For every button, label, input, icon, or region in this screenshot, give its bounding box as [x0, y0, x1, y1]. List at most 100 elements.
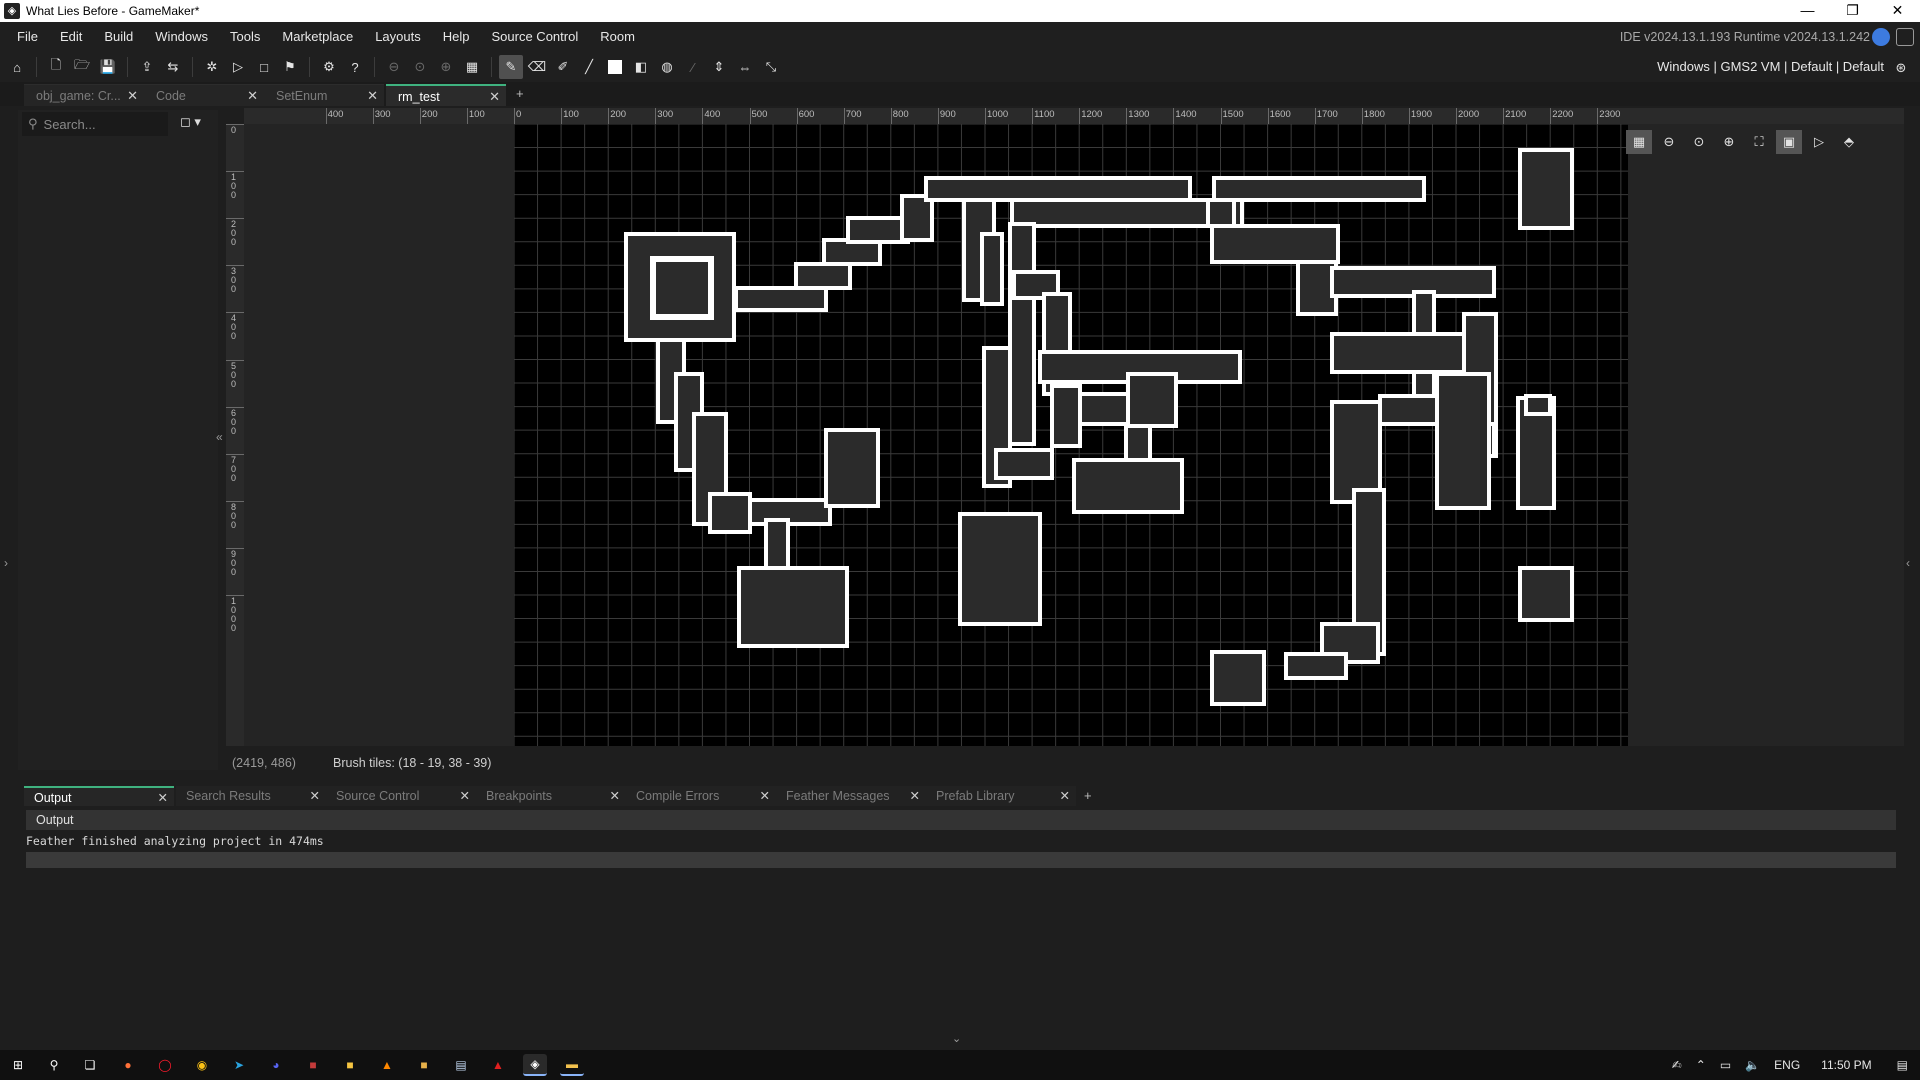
chrome-icon[interactable]: ◉ — [190, 1054, 214, 1076]
menu-file[interactable]: File — [6, 22, 49, 52]
menu-marketplace[interactable]: Marketplace — [271, 22, 364, 52]
corridor-tile[interactable] — [708, 492, 752, 534]
flip-horizontal-icon[interactable]: ⇔ — [733, 55, 757, 79]
bucket-icon[interactable]: ◍ — [655, 55, 679, 79]
room-tile[interactable] — [824, 428, 880, 508]
tab-prefab-library[interactable]: Prefab Library ✕ — [926, 786, 1076, 806]
help-icon[interactable]: ? — [343, 55, 367, 79]
corridor-tile[interactable] — [734, 286, 828, 312]
corridor-tile[interactable] — [1378, 394, 1442, 426]
file-explorer-icon[interactable]: ▬ — [560, 1054, 584, 1076]
new-project-icon[interactable]: 🗋 — [44, 55, 68, 79]
rotate-icon[interactable]: ⤡ — [759, 55, 783, 79]
corridor-tile[interactable] — [994, 448, 1054, 480]
menu-help[interactable]: Help — [432, 22, 481, 52]
volume-icon[interactable]: 🔈 — [1745, 1058, 1760, 1072]
expand-right-icon[interactable]: ‹ — [1906, 556, 1910, 570]
clock[interactable]: 11:50 PM — [1821, 1058, 1871, 1072]
room-tile[interactable] — [958, 512, 1042, 626]
tab-breakpoints[interactable]: Breakpoints ✕ — [476, 786, 626, 806]
corridor-tile[interactable] — [846, 216, 910, 244]
zoom-out-icon[interactable]: ⊖ — [382, 55, 406, 79]
room-tile[interactable] — [1435, 372, 1491, 510]
corridor-tile[interactable] — [764, 518, 790, 572]
tag-icon[interactable]: ⬘ — [1836, 130, 1862, 154]
document-app-icon[interactable]: ▤ — [449, 1054, 473, 1076]
close-icon[interactable]: ✕ — [367, 85, 378, 107]
maximize-button[interactable]: ❐ — [1830, 0, 1875, 22]
pen-icon[interactable]: ✍ — [1672, 1058, 1682, 1072]
search-icon[interactable]: ⚲ — [42, 1054, 66, 1076]
tab-source-control[interactable]: Source Control ✕ — [326, 786, 476, 806]
menu-build[interactable]: Build — [93, 22, 144, 52]
close-icon[interactable]: ✕ — [127, 85, 138, 107]
play-animation-icon[interactable]: ▷ — [1806, 130, 1832, 154]
line-icon[interactable]: ╱ — [577, 55, 601, 79]
room-tile[interactable] — [1126, 372, 1178, 428]
tab-output[interactable]: Output ✕ — [24, 786, 174, 806]
room-tile[interactable] — [652, 258, 712, 318]
corridor-tile[interactable] — [1212, 176, 1426, 202]
close-icon[interactable]: ✕ — [910, 786, 920, 806]
folder-app-icon[interactable]: ■ — [412, 1054, 436, 1076]
close-icon[interactable]: ✕ — [760, 786, 770, 806]
tray-expand-icon[interactable]: ⌃ — [1696, 1058, 1706, 1072]
tab-search-results[interactable]: Search Results ✕ — [176, 786, 326, 806]
room-canvas[interactable] — [514, 124, 1628, 746]
import-icon[interactable]: ⇆ — [161, 55, 185, 79]
pencil-icon[interactable]: ✎ — [499, 55, 523, 79]
corridor-tile[interactable] — [1284, 652, 1348, 680]
corridor-tile[interactable] — [1524, 394, 1552, 416]
output-input-row[interactable] — [26, 852, 1896, 868]
home-icon[interactable]: ⌂ — [5, 55, 29, 79]
picker-icon[interactable]: ✐ — [551, 55, 575, 79]
opera-icon[interactable]: ◯ — [153, 1054, 177, 1076]
collapse-output-icon[interactable]: ⌄ — [952, 1032, 961, 1045]
room-tile[interactable] — [737, 566, 849, 648]
corridor-tile[interactable] — [1050, 384, 1082, 448]
tile-map[interactable] — [514, 124, 1628, 746]
collapse-panel-icon[interactable]: « — [216, 430, 223, 444]
corridor-tile[interactable] — [794, 262, 852, 290]
menu-layouts[interactable]: Layouts — [364, 22, 432, 52]
corridor-tile[interactable] — [1206, 198, 1236, 228]
open-project-icon[interactable]: 🗁 — [70, 55, 94, 79]
start-icon[interactable]: ⊞ — [6, 1054, 30, 1076]
telegram-icon[interactable]: ➤ — [227, 1054, 251, 1076]
acrobat-icon[interactable]: ▲ — [486, 1054, 510, 1076]
save-icon[interactable]: 💾 — [96, 55, 120, 79]
run-icon[interactable]: ▷ — [226, 55, 250, 79]
debug-icon[interactable]: ✲ — [200, 55, 224, 79]
eraser-icon[interactable]: ⌫ — [525, 55, 549, 79]
fit-view-icon[interactable]: ⛶ — [1746, 130, 1772, 154]
zoom-reset-icon[interactable]: ⊙ — [1686, 130, 1712, 154]
zoom-in-icon[interactable]: ⊕ — [434, 55, 458, 79]
clean-icon[interactable]: ⚑ — [278, 55, 302, 79]
close-button[interactable]: ✕ — [1875, 0, 1920, 22]
menu-tools[interactable]: Tools — [219, 22, 271, 52]
gamemaker-taskbar-icon[interactable]: ◈ — [523, 1054, 547, 1076]
tile-grid-icon[interactable]: ▦ — [460, 55, 484, 79]
target-selector[interactable]: Windows | GMS2 VM | Default | Default — [1657, 52, 1884, 82]
corridor-tile[interactable] — [980, 232, 1004, 306]
corridor-tile[interactable] — [1210, 224, 1340, 264]
chat-icon[interactable] — [1896, 28, 1914, 46]
room-tile[interactable] — [1518, 148, 1574, 230]
expand-left-icon[interactable]: › — [4, 556, 8, 570]
room-bounds-icon[interactable]: ▣ — [1776, 130, 1802, 154]
menu-source-control[interactable]: Source Control — [481, 22, 590, 52]
stop-icon[interactable]: □ — [252, 55, 276, 79]
task-view-icon[interactable]: ❏ — [78, 1054, 102, 1076]
tab-setenum[interactable]: SetEnum ✕ — [264, 84, 384, 106]
zoom-reset-icon[interactable]: ⊙ — [408, 55, 432, 79]
close-icon[interactable]: ✕ — [310, 786, 320, 806]
corridor-tile[interactable] — [924, 176, 1192, 202]
zoom-in-icon[interactable]: ⊕ — [1716, 130, 1742, 154]
corridor-tile[interactable] — [900, 194, 934, 242]
target-settings-icon[interactable]: ⊛ — [1889, 56, 1913, 80]
language-indicator[interactable]: ENG — [1774, 1058, 1800, 1072]
notes-app-icon[interactable]: ■ — [338, 1054, 362, 1076]
close-icon[interactable]: ✕ — [460, 786, 470, 806]
game-app-icon[interactable]: ■ — [301, 1054, 325, 1076]
layer-dropdown-button[interactable]: ◻ ▾ — [180, 114, 210, 134]
